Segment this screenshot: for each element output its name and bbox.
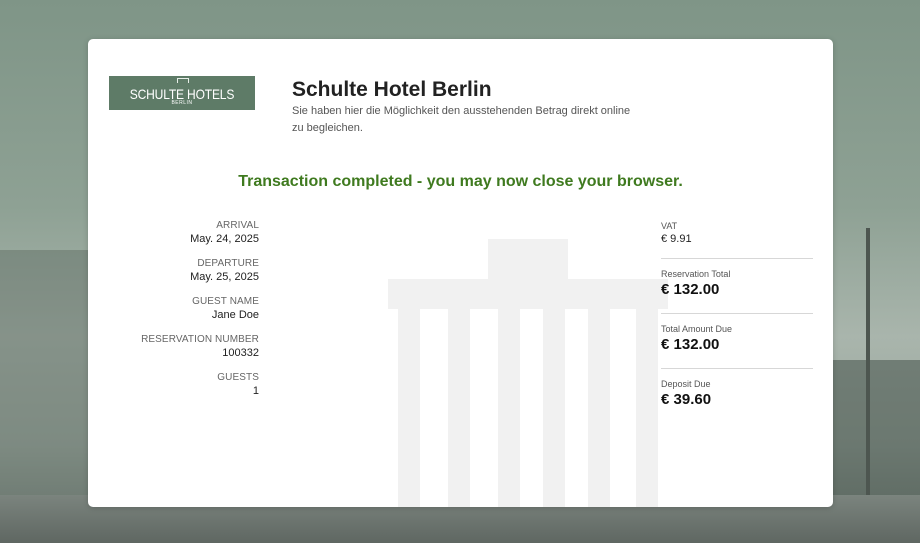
arrival-value: May. 24, 2025 [190,233,259,245]
crown-icon [177,78,189,83]
page-title: Schulte Hotel Berlin [292,78,492,101]
reservation-number-label: RESERVATION NUMBER [141,334,259,345]
reservation-total-value: € 132.00 [661,281,720,298]
brandenburg-gate-watermark [388,239,668,507]
total-due-value: € 132.00 [661,336,720,353]
background-lamp-pole [866,228,870,508]
reservation-number-info: RESERVATION NUMBER 100332 [128,334,259,372]
transaction-status-message: Transaction completed - you may now clos… [238,173,683,190]
background-building-right [833,360,920,510]
guest-name-label: GUEST NAME [192,296,259,307]
reservation-number-value: 100332 [222,347,259,359]
total-due-summary: Total Amount Due € 132.00 [661,314,813,368]
departure-value: May. 25, 2025 [190,271,259,283]
reservation-total-label: Reservation Total [661,269,731,279]
vat-value: € 9.91 [661,233,692,245]
guests-info: GUESTS 1 [128,372,259,410]
hotel-logo: SCHULTE HOTELS BERLIN [109,76,255,110]
deposit-value: € 39.60 [661,391,712,408]
payment-summary: VAT € 9.91 Reservation Total € 132.00 To… [661,220,813,409]
reservation-total-summary: Reservation Total € 132.00 [661,259,813,313]
deposit-label: Deposit Due [661,379,711,389]
page-description: Sie haben hier die Möglichkeit den ausst… [292,105,631,134]
guest-name-value: Jane Doe [211,309,259,321]
arrival-label: ARRIVAL [216,220,259,231]
guests-value: 1 [252,385,259,397]
guests-label: GUESTS [217,372,259,383]
departure-label: DEPARTURE [197,258,259,269]
background-building-left [0,250,88,510]
departure-info: DEPARTURE May. 25, 2025 [128,258,259,296]
arrival-info: ARRIVAL May. 24, 2025 [128,220,259,258]
logo-sub-text: BERLIN [171,100,193,106]
deposit-summary: Deposit Due € 39.60 [661,369,813,409]
total-due-label: Total Amount Due [661,324,733,334]
guest-name-info: GUEST NAME Jane Doe [128,296,259,334]
vat-label: VAT [661,221,678,231]
vat-summary: VAT € 9.91 [661,220,813,258]
payment-card: SCHULTE HOTELS BERLIN Schulte Hotel Berl… [88,39,833,507]
reservation-details: ARRIVAL May. 24, 2025 DEPARTURE May. 25,… [128,220,259,410]
